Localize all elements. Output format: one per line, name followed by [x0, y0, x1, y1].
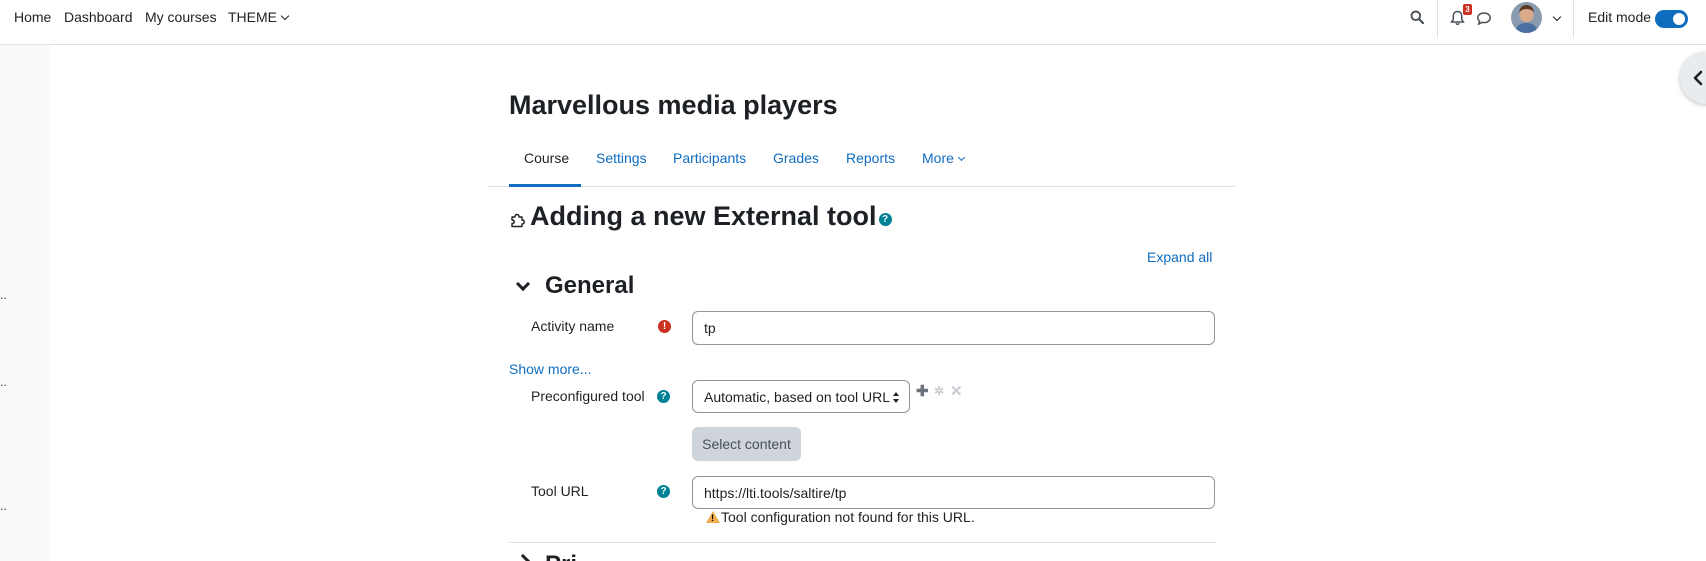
tool-url-input[interactable]: [692, 476, 1215, 509]
tool-url-warning: ! Tool configuration not found for this U…: [706, 509, 975, 525]
tab-settings[interactable]: Settings: [596, 150, 647, 166]
section-divider: [509, 542, 1216, 543]
messages-icon[interactable]: [1475, 9, 1493, 27]
secondary-nav-divider: [487, 186, 1235, 187]
drawer-ellipsis: ..: [0, 375, 7, 389]
navbar-divider: [1437, 0, 1438, 38]
edit-mode-label: Edit mode: [1588, 9, 1652, 25]
expand-section-chevron-icon[interactable]: [515, 553, 531, 561]
left-drawer-strip: [0, 45, 50, 561]
select-arrows-icon: [893, 392, 899, 403]
chevron-left-icon: [1693, 70, 1703, 86]
user-avatar[interactable]: [1511, 2, 1542, 33]
drawer-ellipsis: ..: [0, 288, 7, 302]
select-content-button[interactable]: Select content: [692, 427, 801, 461]
edit-tool-gear-icon[interactable]: ✲: [934, 384, 944, 398]
activity-name-label: Activity name: [531, 318, 615, 334]
tab-grades[interactable]: Grades: [773, 150, 819, 166]
edit-mode-toggle[interactable]: [1655, 10, 1688, 28]
tab-participants[interactable]: Participants: [673, 150, 746, 166]
nav-home-link[interactable]: Home: [14, 9, 51, 25]
preconfigured-tool-selected-value: Automatic, based on tool URL: [704, 389, 890, 405]
delete-tool-x-icon[interactable]: ✕: [950, 382, 963, 400]
show-more-link[interactable]: Show more...: [509, 361, 591, 377]
tab-more[interactable]: More: [922, 150, 965, 166]
help-icon[interactable]: ?: [657, 485, 670, 498]
tab-course[interactable]: Course: [524, 150, 569, 166]
general-section-heading[interactable]: General: [545, 272, 634, 300]
help-icon[interactable]: ?: [657, 390, 670, 403]
help-icon[interactable]: ?: [878, 213, 892, 226]
tool-url-label: Tool URL: [531, 483, 589, 499]
preconfigured-tool-select[interactable]: Automatic, based on tool URL: [692, 380, 910, 413]
open-block-drawer-button[interactable]: [1680, 52, 1706, 104]
active-tab-indicator: [509, 184, 581, 187]
nav-theme-menu[interactable]: THEME: [228, 9, 290, 25]
required-icon: !: [658, 320, 671, 333]
add-tool-plus-icon[interactable]: ✚: [916, 382, 929, 400]
search-icon[interactable]: [1409, 9, 1425, 25]
external-tool-puzzle-icon: [509, 212, 525, 231]
chevron-down-icon: [280, 11, 290, 21]
nav-my-courses-link[interactable]: My courses: [145, 9, 217, 25]
tool-url-warning-text: Tool configuration not found for this UR…: [721, 509, 975, 525]
expand-all-link[interactable]: Expand all: [1147, 249, 1212, 265]
preconfigured-tool-label: Preconfigured tool: [531, 388, 645, 404]
collapse-section-chevron-icon[interactable]: [515, 276, 531, 292]
activity-name-input[interactable]: [692, 311, 1215, 345]
warning-triangle-icon: !: [706, 511, 720, 523]
nav-dashboard-link[interactable]: Dashboard: [64, 9, 133, 25]
tab-more-label: More: [922, 150, 954, 166]
page-heading: Adding a new External tool?: [530, 201, 892, 232]
notification-count-badge: 3: [1463, 4, 1472, 15]
course-title: Marvellous media players: [509, 90, 838, 120]
chevron-down-icon: [957, 153, 965, 162]
top-navbar: Home Dashboard My courses THEME 3 Edit m…: [0, 0, 1706, 45]
nav-theme-label: THEME: [228, 9, 277, 25]
page-heading-text: Adding a new External tool: [530, 201, 877, 231]
tab-reports[interactable]: Reports: [846, 150, 895, 166]
user-menu-chevron-icon[interactable]: [1552, 12, 1562, 22]
drawer-ellipsis: ..: [0, 499, 7, 513]
navbar-divider: [1573, 0, 1574, 38]
next-section-heading[interactable]: Pri: [545, 551, 577, 561]
